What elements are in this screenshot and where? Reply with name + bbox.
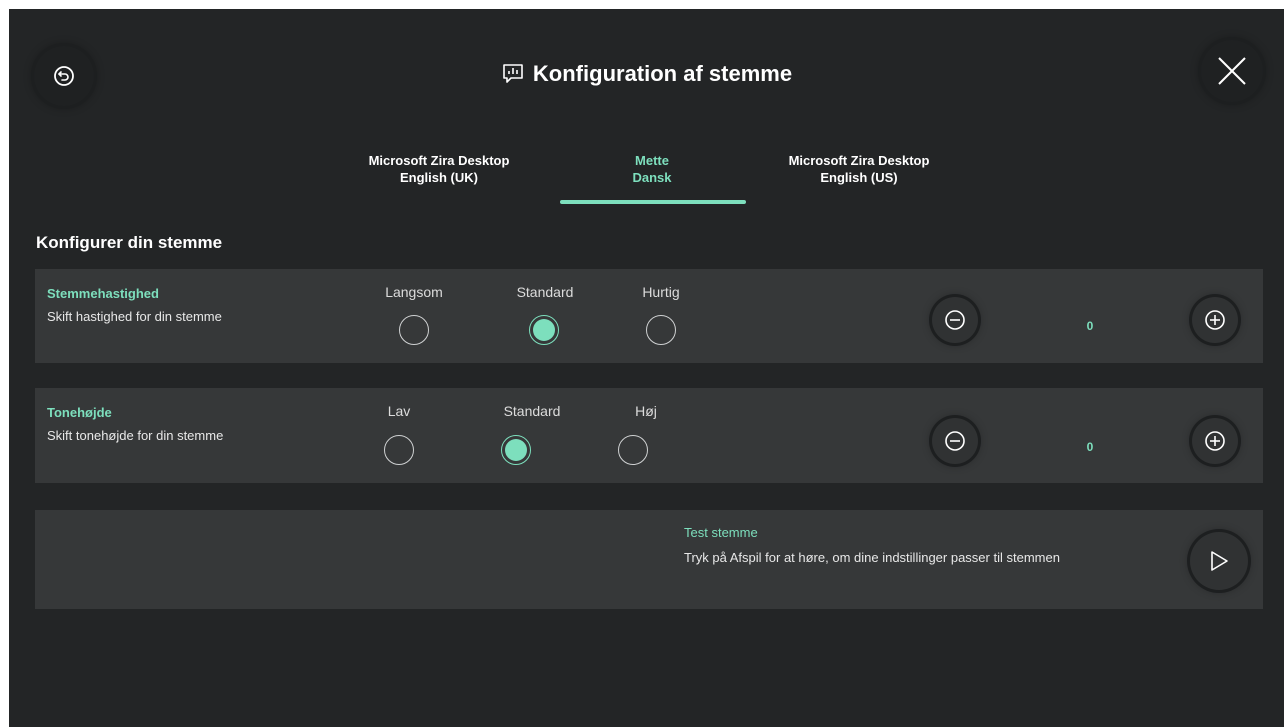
voice-tabs: Microsoft Zira Desktop English (UK) Mett… bbox=[9, 152, 1284, 212]
pitch-value: 0 bbox=[1086, 440, 1094, 454]
speed-option-label-slow: Langsom bbox=[385, 284, 443, 300]
speed-decrease-button[interactable] bbox=[932, 297, 978, 343]
plus-circle-icon bbox=[1205, 310, 1225, 330]
speed-value: 0 bbox=[1086, 319, 1094, 333]
voice-config-window: Konfiguration af stemme Microsoft Zira D… bbox=[9, 9, 1284, 727]
close-icon bbox=[1218, 57, 1246, 85]
speed-description: Skift hastighed for din stemme bbox=[47, 309, 222, 324]
test-label: Test stemme bbox=[684, 525, 758, 540]
pitch-radio-standard[interactable] bbox=[501, 435, 531, 465]
speed-increase-button[interactable] bbox=[1192, 297, 1238, 343]
minus-circle-icon bbox=[945, 310, 965, 330]
active-tab-indicator bbox=[560, 200, 746, 204]
pitch-increase-button[interactable] bbox=[1192, 418, 1238, 464]
speed-label: Stemmehastighed bbox=[47, 286, 159, 301]
close-button[interactable] bbox=[1201, 40, 1263, 102]
pitch-radio-low[interactable] bbox=[384, 435, 414, 465]
speed-radio-slow[interactable] bbox=[399, 315, 429, 345]
speed-radio-fast[interactable] bbox=[646, 315, 676, 345]
play-button[interactable] bbox=[1190, 532, 1248, 590]
minus-circle-icon bbox=[945, 431, 965, 451]
pitch-card: Tonehøjde Skift tonehøjde for din stemme… bbox=[35, 388, 1263, 483]
pitch-decrease-button[interactable] bbox=[932, 418, 978, 464]
speed-option-label-fast: Hurtig bbox=[642, 284, 680, 300]
page-title-text: Konfiguration af stemme bbox=[532, 61, 793, 86]
speed-option-label-standard: Standard bbox=[516, 284, 574, 300]
plus-circle-icon bbox=[1205, 431, 1225, 451]
pitch-label: Tonehøjde bbox=[47, 405, 112, 420]
tab-zira-us[interactable]: Microsoft Zira Desktop English (US) bbox=[767, 152, 951, 186]
test-description: Tryk på Afspil for at høre, om dine inds… bbox=[684, 550, 1060, 565]
play-icon bbox=[1211, 551, 1228, 571]
section-heading: Konfigurer din stemme bbox=[36, 233, 223, 252]
test-voice-card: Test stemme Tryk på Afspil for at høre, … bbox=[35, 510, 1263, 609]
speed-radio-standard[interactable] bbox=[529, 315, 559, 345]
pitch-option-label-standard: Standard bbox=[503, 403, 561, 419]
tab-zira-uk[interactable]: Microsoft Zira Desktop English (UK) bbox=[349, 152, 529, 186]
page-title: Konfiguration af stemme bbox=[9, 61, 1284, 87]
pitch-option-label-high: Høj bbox=[635, 403, 657, 419]
speed-card: Stemmehastighed Skift hastighed for din … bbox=[35, 269, 1263, 363]
pitch-description: Skift tonehøjde for din stemme bbox=[47, 428, 224, 443]
speech-bubble-chart-icon bbox=[503, 64, 523, 83]
pitch-option-label-low: Lav bbox=[387, 403, 411, 419]
pitch-radio-high[interactable] bbox=[618, 435, 648, 465]
tab-mette-dansk[interactable]: Mette Dansk bbox=[560, 152, 744, 186]
